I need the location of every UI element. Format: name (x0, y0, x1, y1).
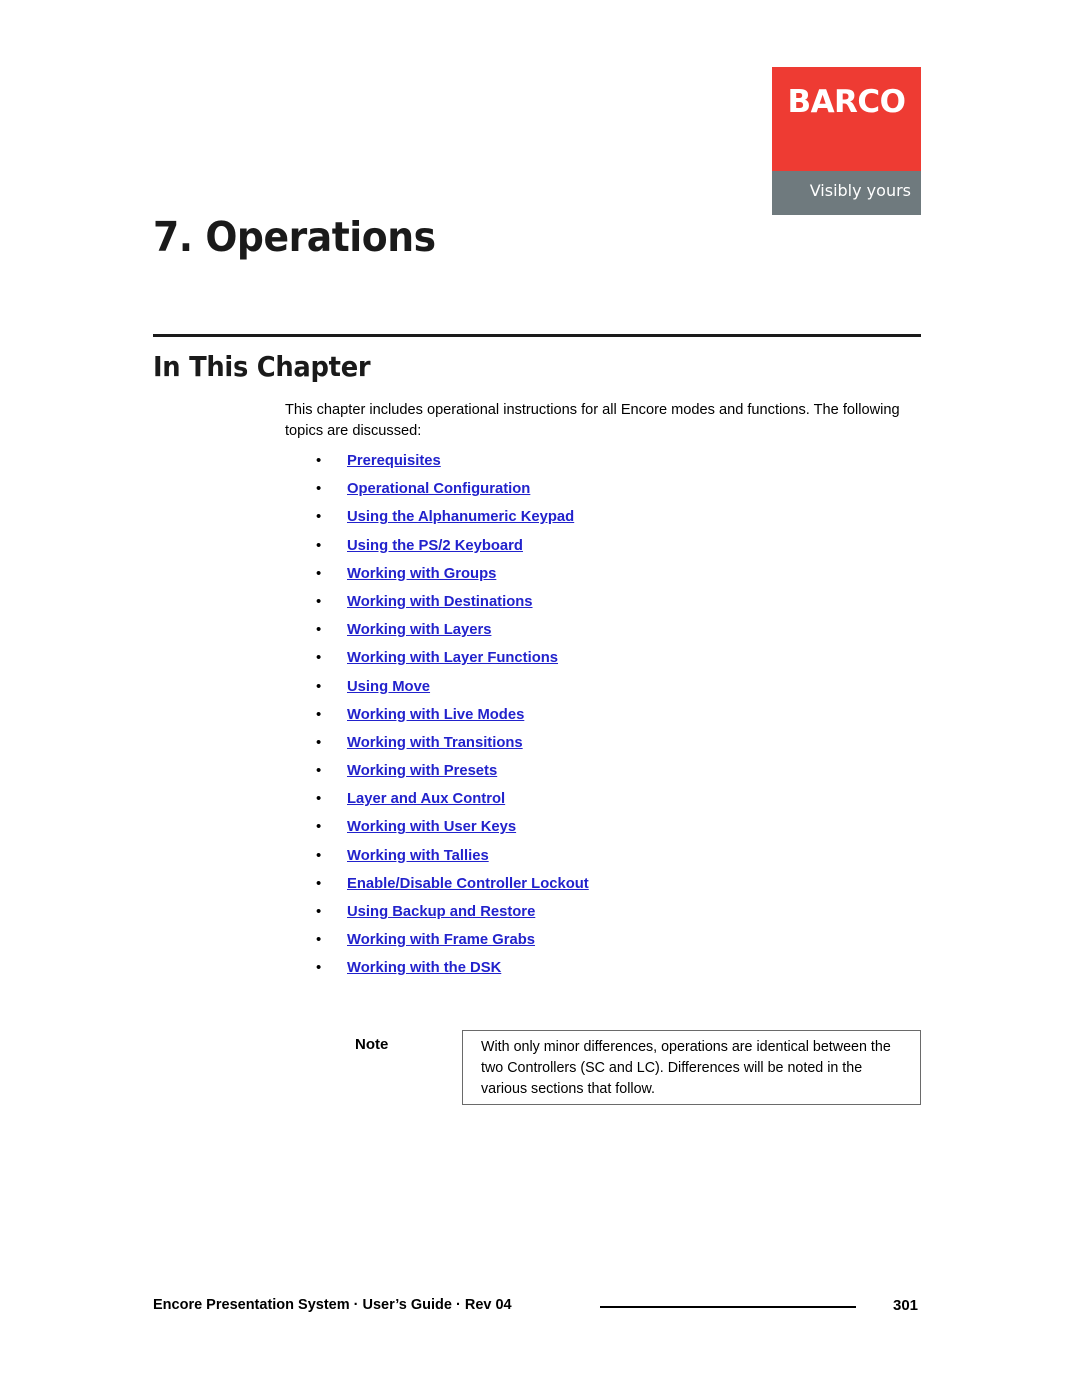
topic-link-operational-configuration[interactable]: Operational Configuration (347, 481, 530, 497)
bullet-icon: • (316, 649, 322, 667)
list-item: • Prerequisites (313, 447, 913, 475)
list-item: • Using the PS/2 Keyboard (313, 532, 913, 560)
topic-link-using-the-alphanumeric-keypad[interactable]: Using the Alphanumeric Keypad (347, 509, 574, 525)
bullet-icon: • (316, 705, 322, 723)
note-box: With only minor differences, operations … (462, 1030, 921, 1105)
topic-link-working-with-layers[interactable]: Working with Layers (347, 622, 491, 638)
topic-link-working-with-tallies[interactable]: Working with Tallies (347, 848, 489, 864)
bullet-icon: • (316, 536, 322, 554)
section-divider (153, 334, 921, 337)
barco-logo: BARCO Visibly yours (772, 67, 921, 215)
list-item: • Enable/Disable Controller Lockout (313, 870, 913, 898)
topic-link-working-with-presets[interactable]: Working with Presets (347, 763, 497, 779)
bullet-icon: • (316, 790, 322, 808)
section-heading: In This Chapter (153, 350, 371, 383)
topic-link-working-with-the-dsk[interactable]: Working with the DSK (347, 960, 501, 976)
intro-paragraph: This chapter includes operational instru… (285, 402, 900, 439)
bullet-icon: • (316, 592, 322, 610)
chapter-title: 7. Operations (153, 213, 436, 261)
footer-text: Encore Presentation System · User’s Guid… (153, 1297, 512, 1313)
topic-link-prerequisites[interactable]: Prerequisites (347, 453, 441, 469)
topic-link-using-move[interactable]: Using Move (347, 679, 430, 695)
bullet-icon: • (316, 452, 322, 469)
page-number: 301 (893, 1297, 919, 1314)
bullet-icon: • (316, 480, 322, 498)
topic-link-using-the-ps2-keyboard[interactable]: Using the PS/2 Keyboard (347, 538, 523, 554)
topic-link-working-with-destinations[interactable]: Working with Destinations (347, 594, 533, 610)
list-item: • Working with Tallies (313, 842, 913, 870)
bullet-icon: • (316, 733, 322, 751)
note-text: With only minor differences, operations … (481, 1039, 891, 1097)
list-item: • Operational Configuration (313, 475, 913, 503)
bullet-icon: • (316, 564, 322, 582)
bullet-icon: • (316, 621, 322, 639)
logo-tagline: Visibly yours (809, 181, 911, 200)
bullet-icon: • (316, 846, 322, 864)
list-item: • Working with Transitions (313, 729, 913, 757)
topic-link-working-with-groups[interactable]: Working with Groups (347, 566, 496, 582)
bullet-icon: • (316, 903, 322, 920)
document-page: BARCO Visibly yours 7. Operations In Thi… (0, 0, 1080, 1397)
topic-link-working-with-frame-grabs[interactable]: Working with Frame Grabs (347, 932, 535, 948)
list-item: • Working with Groups (313, 560, 913, 588)
footer-divider (600, 1306, 856, 1308)
bullet-icon: • (316, 508, 322, 526)
list-item: • Using Move (313, 673, 913, 701)
topic-link-working-with-live-modes[interactable]: Working with Live Modes (347, 707, 524, 723)
list-item: • Working with Frame Grabs (313, 926, 913, 954)
list-item: • Working with Live Modes (313, 701, 913, 729)
logo-wordmark: BARCO (787, 84, 906, 120)
list-item: • Using the Alphanumeric Keypad (313, 503, 913, 531)
logo-gray-panel: Visibly yours (772, 171, 921, 215)
list-item: • Working with Layers (313, 616, 913, 644)
topic-link-working-with-user-keys[interactable]: Working with User Keys (347, 819, 516, 835)
topic-link-enable-disable-controller-lockout[interactable]: Enable/Disable Controller Lockout (347, 876, 589, 892)
bullet-icon: • (316, 959, 322, 977)
list-item: • Working with the DSK (313, 954, 913, 982)
topic-link-working-with-transitions[interactable]: Working with Transitions (347, 735, 523, 751)
note-label: Note (355, 1036, 389, 1053)
topic-link-working-with-layer-functions[interactable]: Working with Layer Functions (347, 650, 558, 666)
list-item: • Working with Destinations (313, 588, 913, 616)
bullet-icon: • (316, 762, 322, 780)
bullet-icon: • (316, 818, 322, 836)
logo-red-panel: BARCO (772, 67, 921, 171)
topic-link-using-backup-and-restore[interactable]: Using Backup and Restore (347, 904, 535, 920)
list-item: • Layer and Aux Control (313, 785, 913, 813)
bullet-icon: • (316, 874, 322, 892)
bullet-icon: • (316, 931, 322, 949)
bullet-icon: • (316, 677, 322, 695)
list-item: • Working with User Keys (313, 813, 913, 841)
list-item: • Working with Layer Functions (313, 644, 913, 672)
list-item: • Working with Presets (313, 757, 913, 785)
topic-list: • Prerequisites • Operational Configuratio… (313, 447, 913, 983)
list-item: • Using Backup and Restore (313, 898, 913, 926)
topic-link-layer-and-aux-control[interactable]: Layer and Aux Control (347, 791, 505, 807)
